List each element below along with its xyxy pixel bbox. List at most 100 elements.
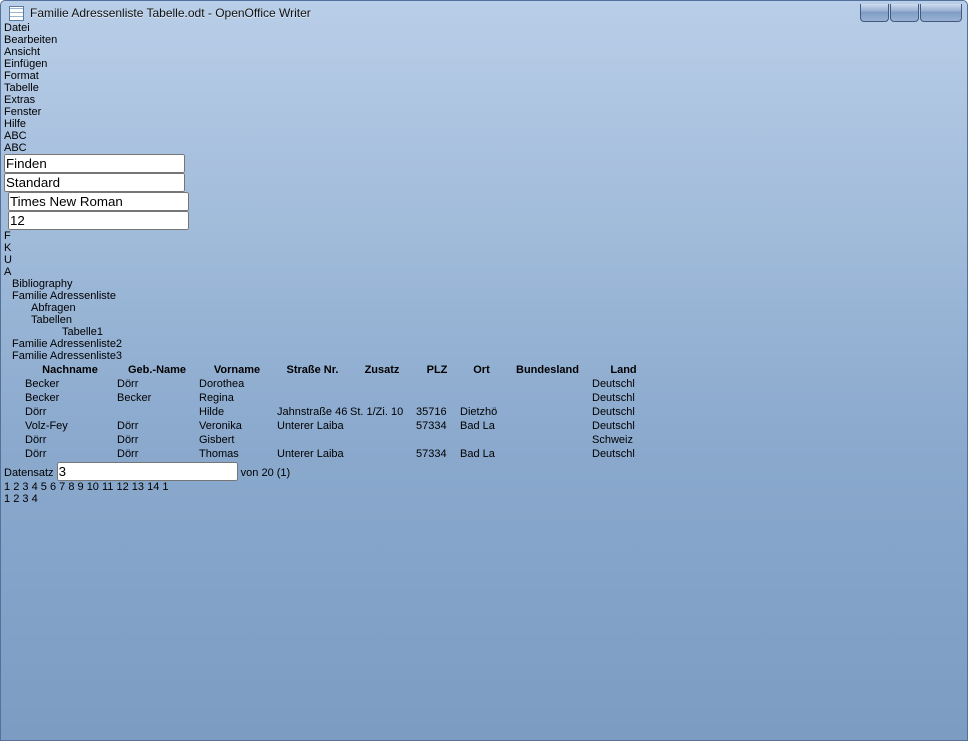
record-number-input[interactable] xyxy=(57,462,238,481)
menu-einfuegen[interactable]: Einfügen xyxy=(4,58,964,70)
table-cell[interactable] xyxy=(277,434,348,446)
table-cell[interactable] xyxy=(350,434,414,446)
row-header[interactable] xyxy=(6,392,23,404)
table-cell[interactable]: Bad La xyxy=(460,448,503,460)
menu-format[interactable]: Format xyxy=(4,70,964,82)
table-cell[interactable]: 57334 xyxy=(416,420,458,432)
italic-button[interactable]: K xyxy=(4,242,964,254)
table-cell[interactable]: Dörr xyxy=(25,434,115,446)
table-cell[interactable] xyxy=(350,378,414,390)
row-header[interactable] xyxy=(6,434,23,446)
tree-item-familie-adressenliste[interactable]: Familie Adressenliste xyxy=(4,290,964,302)
table-cell[interactable]: Dietzhö xyxy=(460,406,503,418)
table-cell[interactable]: 35716 xyxy=(416,406,458,418)
horizontal-ruler[interactable]: 1 2 3 4 5 6 7 8 9 10 11 12 13 14 xyxy=(4,481,964,493)
column-header[interactable]: Zusatz xyxy=(350,364,414,376)
table-cell[interactable] xyxy=(505,378,590,390)
table-cell[interactable] xyxy=(416,434,458,446)
column-header[interactable]: Ort xyxy=(460,364,503,376)
table-cell[interactable]: 57334 xyxy=(416,448,458,460)
titlebar[interactable]: Familie Adressenliste Tabelle.odt - Open… xyxy=(4,4,964,22)
document-canvas[interactable]: Hilde Dörr Jahnstraße 46, St. 1/Zi. 108 … xyxy=(4,505,964,741)
column-header[interactable]: Geb.-Name xyxy=(117,364,197,376)
table-cell[interactable]: Dörr xyxy=(117,448,197,460)
table-cell[interactable]: Becker xyxy=(25,378,115,390)
table-cell[interactable]: Thomas xyxy=(199,448,275,460)
table-cell[interactable] xyxy=(416,392,458,404)
table-cell[interactable]: Dörr xyxy=(117,434,197,446)
table-cell[interactable] xyxy=(350,448,414,460)
table-cell[interactable] xyxy=(277,392,348,404)
font-size-input[interactable] xyxy=(8,211,189,230)
page[interactable]: Hilde Dörr Jahnstraße 46, St. 1/Zi. 108 … xyxy=(4,505,964,741)
vertical-ruler[interactable]: 1 2 3 4 xyxy=(4,493,964,505)
table-cell[interactable] xyxy=(350,392,414,404)
row-header[interactable] xyxy=(6,420,23,432)
tree-item-abfragen[interactable]: Abfragen xyxy=(4,302,964,314)
font-name-combo[interactable] xyxy=(8,192,146,211)
table-cell[interactable]: Veronika xyxy=(199,420,275,432)
table-cell[interactable]: Jahnstraße 46 xyxy=(277,406,348,418)
table-cell[interactable]: Regina xyxy=(199,392,275,404)
font-size-combo[interactable] xyxy=(8,211,54,230)
paragraph-style-input[interactable] xyxy=(4,173,185,192)
table-cell[interactable] xyxy=(505,420,590,432)
table-cell[interactable]: Schweiz xyxy=(592,434,655,446)
current-row-marker[interactable] xyxy=(6,406,23,418)
column-header[interactable]: Vorname xyxy=(199,364,275,376)
table-cell[interactable] xyxy=(505,448,590,460)
table-cell[interactable] xyxy=(117,406,197,418)
spellcheck-button[interactable]: ABC xyxy=(4,130,964,142)
table-cell[interactable]: Dörr xyxy=(117,378,197,390)
table-cell[interactable]: Dörr xyxy=(25,406,115,418)
menu-tabelle[interactable]: Tabelle xyxy=(4,82,964,94)
table-cell[interactable]: Becker xyxy=(25,392,115,404)
table-cell[interactable]: Dorothea xyxy=(199,378,275,390)
column-header[interactable]: Nachname xyxy=(25,364,115,376)
menu-extras[interactable]: Extras xyxy=(4,94,964,106)
find-input[interactable] xyxy=(4,154,185,173)
table-cell[interactable]: Becker xyxy=(117,392,197,404)
column-header[interactable]: Straße Nr. xyxy=(277,364,348,376)
table-cell[interactable]: Deutschl xyxy=(592,406,655,418)
table-cell[interactable]: Dörr xyxy=(117,420,197,432)
tree-item-familie-adressenliste2[interactable]: Familie Adressenliste2 xyxy=(4,338,964,350)
table-cell[interactable]: Gisbert xyxy=(199,434,275,446)
table-cell[interactable]: Dörr xyxy=(25,448,115,460)
tree-item-bibliography[interactable]: Bibliography xyxy=(4,278,964,290)
tree-item-familie-adressenliste3[interactable]: Familie Adressenliste3 xyxy=(4,350,964,362)
find-combo[interactable] xyxy=(4,154,104,173)
table-cell[interactable] xyxy=(460,392,503,404)
corner-header[interactable] xyxy=(6,364,23,376)
table-cell[interactable]: Hilde xyxy=(199,406,275,418)
table-cell[interactable]: Volz-Fey xyxy=(25,420,115,432)
table-cell[interactable] xyxy=(460,434,503,446)
table-cell[interactable]: Deutschl xyxy=(592,392,655,404)
autospellcheck-button[interactable]: ABC xyxy=(4,142,964,154)
table-cell[interactable]: Unterer Laiba xyxy=(277,448,348,460)
table-cell[interactable]: St. 1/Zi. 10 xyxy=(350,406,414,418)
table-cell[interactable]: Deutschl xyxy=(592,420,655,432)
column-header[interactable]: Bundesland xyxy=(505,364,590,376)
column-header[interactable]: PLZ xyxy=(416,364,458,376)
underline-button[interactable]: U xyxy=(4,254,964,266)
row-header[interactable] xyxy=(6,378,23,390)
font-color-button[interactable]: A xyxy=(4,266,964,278)
font-name-input[interactable] xyxy=(8,192,189,211)
row-header[interactable] xyxy=(6,448,23,460)
menu-bearbeiten[interactable]: Bearbeiten xyxy=(4,34,964,46)
table-cell[interactable] xyxy=(277,378,348,390)
table-cell[interactable]: Unterer Laiba xyxy=(277,420,348,432)
bold-button[interactable]: F xyxy=(4,230,964,242)
table-cell[interactable] xyxy=(505,434,590,446)
table-cell[interactable] xyxy=(350,420,414,432)
table-cell[interactable]: Deutschl xyxy=(592,378,655,390)
menu-ansicht[interactable]: Ansicht xyxy=(4,46,964,58)
maximize-button[interactable] xyxy=(890,4,919,22)
table-cell[interactable] xyxy=(505,406,590,418)
menu-datei[interactable]: Datei xyxy=(4,22,964,34)
paragraph-style-combo[interactable] xyxy=(4,173,156,192)
minimize-button[interactable] xyxy=(860,4,889,22)
table-cell[interactable] xyxy=(505,392,590,404)
table-cell[interactable]: Deutschl xyxy=(592,448,655,460)
